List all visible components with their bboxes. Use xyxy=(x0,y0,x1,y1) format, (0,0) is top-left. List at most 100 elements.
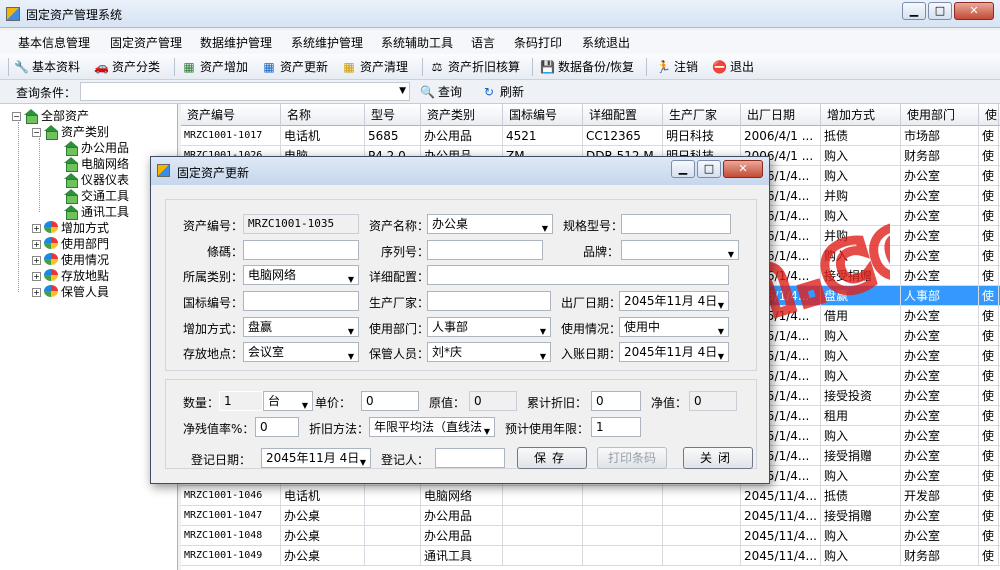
useful-life-field[interactable]: 1 xyxy=(591,417,641,437)
house-icon xyxy=(44,125,58,140)
column-header[interactable]: 使用部门 xyxy=(901,104,979,126)
menu-barcode[interactable]: 条码打印 xyxy=(514,34,562,51)
tree-node-root[interactable]: − 全部资产 xyxy=(12,108,89,124)
tree-node-communication[interactable]: 通讯工具 xyxy=(64,204,129,220)
registrar-field[interactable] xyxy=(435,448,505,468)
tool-asset-add[interactable]: ▦ 资产增加 xyxy=(182,58,248,76)
table-row[interactable]: MRZC1001-1047 办公桌 办公用品 2045/11/4... 接受捐赠 办公室使 xyxy=(181,506,1000,526)
column-header[interactable]: 详细配置 xyxy=(583,104,663,126)
collapse-icon[interactable]: − xyxy=(32,128,41,137)
table-row[interactable]: MRZC1001-1049 办公桌 通讯工具 2045/11/4... 购入 财务部使 xyxy=(181,546,1000,566)
tree-node-location[interactable]: + 存放地點 xyxy=(32,268,109,284)
collapse-icon[interactable]: − xyxy=(12,112,21,121)
column-header[interactable]: 资产编号 xyxy=(181,104,281,126)
maximize-button[interactable]: □ xyxy=(928,2,952,20)
usage-select[interactable]: 使用中 ▼ xyxy=(619,317,729,337)
expand-icon[interactable]: + xyxy=(32,256,41,265)
add-method-select[interactable]: 盘赢 ▼ xyxy=(243,317,359,337)
tool-exit[interactable]: ⛔ 退出 xyxy=(712,58,754,76)
table-cell: 办公室 xyxy=(901,166,979,186)
expand-icon[interactable]: + xyxy=(32,272,41,281)
tool-asset-category[interactable]: 🚗 资产分类 xyxy=(94,58,160,76)
tree-node-add-method[interactable]: + 增加方式 xyxy=(32,220,109,236)
asset-no-field[interactable]: MRZC1001-1035 xyxy=(243,214,359,234)
table-row[interactable]: MRZC1001-1048 办公桌 办公用品 2045/11/4... 购入 办公室使 xyxy=(181,526,1000,546)
menu-language[interactable]: 语言 xyxy=(471,34,495,51)
print-barcode-button[interactable]: 打印条码 xyxy=(597,447,667,469)
column-header[interactable]: 资产类别 xyxy=(421,104,503,126)
search-button[interactable]: 🔍 查询 xyxy=(420,83,462,101)
unit-select[interactable]: 台 ▼ xyxy=(263,391,313,411)
column-header[interactable]: 生产厂家 xyxy=(663,104,741,126)
dialog-maximize-button[interactable]: □ xyxy=(697,160,721,178)
accum-depr-field[interactable]: 0 xyxy=(591,391,641,411)
app-icon xyxy=(6,7,20,21)
dialog-minimize-button[interactable]: ▁ xyxy=(671,160,695,178)
tree-node-office-supplies[interactable]: 办公用品 xyxy=(64,140,129,156)
column-header[interactable]: 出厂日期 xyxy=(741,104,821,126)
residual-rate-field[interactable]: 0 xyxy=(255,417,299,437)
config-field[interactable] xyxy=(427,265,729,285)
menu-asset-mgmt[interactable]: 固定资产管理 xyxy=(110,34,182,51)
tool-backup[interactable]: 💾 数据备份/恢复 xyxy=(540,58,634,76)
tree-node-vehicles[interactable]: 交通工具 xyxy=(64,188,129,204)
save-button[interactable]: 保存 xyxy=(517,447,587,469)
tool-asset-clean[interactable]: ▦ 资产清理 xyxy=(342,58,408,76)
tool-asset-update[interactable]: ▦ 资产更新 xyxy=(262,58,328,76)
entry-date-picker[interactable]: 2045年11月 4日 ▼ xyxy=(619,342,729,362)
column-header[interactable]: 国标编号 xyxy=(503,104,583,126)
depr-method-select[interactable]: 年限平均法（直线法 ▼ xyxy=(369,417,495,437)
table-cell xyxy=(583,486,663,506)
tool-basic-data[interactable]: 🔧 基本资料 xyxy=(14,58,80,76)
asset-name-select[interactable]: 办公桌 ▼ xyxy=(427,214,553,234)
column-header[interactable]: 使 xyxy=(979,104,999,126)
tree-node-department[interactable]: + 使用部門 xyxy=(32,236,109,252)
table-cell: 抵债 xyxy=(821,486,901,506)
maker-field[interactable] xyxy=(427,291,551,311)
spec-field[interactable] xyxy=(621,214,731,234)
table-cell: 办公室 xyxy=(901,226,979,246)
expand-icon[interactable]: + xyxy=(32,240,41,249)
serial-field[interactable] xyxy=(427,240,543,260)
column-header[interactable]: 增加方式 xyxy=(821,104,901,126)
minimize-button[interactable]: ▁ xyxy=(902,2,926,20)
brand-select[interactable]: ▼ xyxy=(621,240,739,260)
tree-node-usage[interactable]: + 使用情况 xyxy=(32,252,109,268)
location-select[interactable]: 会议室 ▼ xyxy=(243,342,359,362)
close-dialog-button[interactable]: 关闭 xyxy=(683,447,753,469)
menu-exit[interactable]: 系统退出 xyxy=(582,34,630,51)
mfg-date-picker[interactable]: 2045年11月 4日 ▼ xyxy=(619,291,729,311)
tree-node-keeper[interactable]: + 保管人員 xyxy=(32,284,109,300)
price-field[interactable]: 0 xyxy=(361,391,419,411)
refresh-button[interactable]: ↻ 刷新 xyxy=(482,83,524,101)
expand-icon[interactable]: + xyxy=(32,288,41,297)
gb-no-field[interactable] xyxy=(243,291,359,311)
dept-select[interactable]: 人事部 ▼ xyxy=(427,317,551,337)
column-header[interactable]: 型号 xyxy=(365,104,421,126)
table-row[interactable]: MRZC1001-1017 电话机 5685 办公用品 4521 CC12365 明日科技 2… xyxy=(181,126,1000,146)
table-row[interactable]: MRZC1001-1046 电话机 电脑网络 2045/11/4... 抵债 开发部使 xyxy=(181,486,1000,506)
tree-node-instruments[interactable]: 仪器仪表 xyxy=(64,172,129,188)
column-header[interactable]: 名称 xyxy=(281,104,365,126)
table-cell: MRZC1001-1017 xyxy=(181,126,281,146)
table-cell: 办公室 xyxy=(901,266,979,286)
reg-date-picker[interactable]: 2045年11月 4日 ▼ xyxy=(261,448,371,468)
barcode-field[interactable] xyxy=(243,240,359,260)
tree-node-category[interactable]: − 资产类别 xyxy=(32,124,109,140)
query-condition-select[interactable]: ▼ xyxy=(80,82,410,101)
category-select[interactable]: 电脑网络 ▼ xyxy=(243,265,359,285)
tree-node-network[interactable]: 电脑网络 xyxy=(64,156,129,172)
menu-tools[interactable]: 系统辅助工具 xyxy=(381,34,453,51)
close-button[interactable]: ✕ xyxy=(954,2,994,20)
menu-system-maint[interactable]: 系统维护管理 xyxy=(291,34,363,51)
chevron-down-icon: ▼ xyxy=(717,352,724,361)
tool-depreciation[interactable]: ⚖ 资产折旧核算 xyxy=(430,58,520,76)
keeper-select[interactable]: 刘*庆 ▼ xyxy=(427,342,551,362)
expand-icon[interactable]: + xyxy=(32,224,41,233)
dialog-close-button[interactable]: ✕ xyxy=(723,160,763,178)
tool-logout[interactable]: 🏃 注销 xyxy=(656,58,698,76)
table-cell: 办公桌 xyxy=(281,546,365,566)
menu-basic-info[interactable]: 基本信息管理 xyxy=(18,34,90,51)
menu-data-maint[interactable]: 数据维护管理 xyxy=(200,34,272,51)
qty-field[interactable]: 1 xyxy=(219,391,263,411)
